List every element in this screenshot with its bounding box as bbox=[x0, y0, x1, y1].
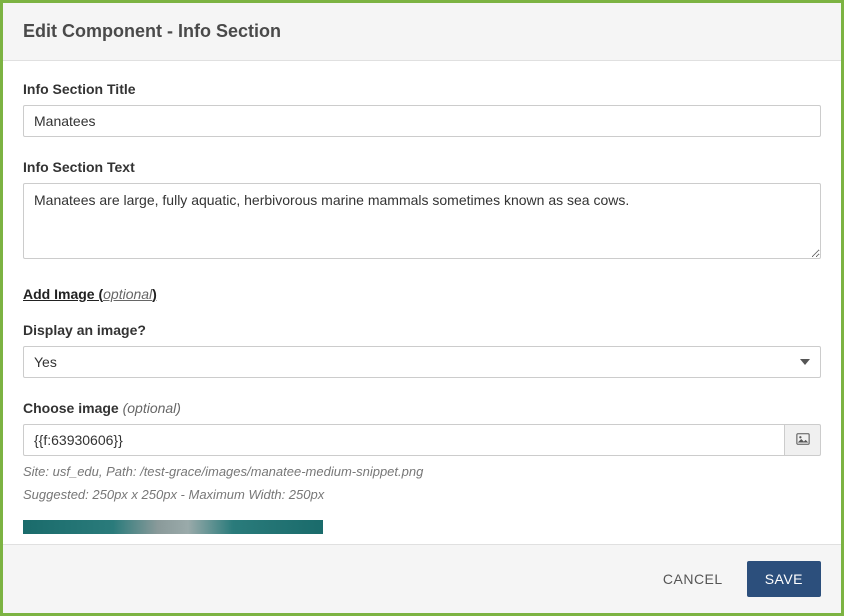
image-picker-button[interactable] bbox=[785, 424, 821, 456]
help-text-suggested: Suggested: 250px x 250px - Maximum Width… bbox=[23, 485, 821, 506]
text-label: Info Section Text bbox=[23, 159, 821, 175]
title-input[interactable] bbox=[23, 105, 821, 137]
help-text-path: Site: usf_edu, Path: /test-grace/images/… bbox=[23, 462, 821, 483]
modal-title: Edit Component - Info Section bbox=[23, 21, 821, 42]
display-image-select[interactable]: Yes bbox=[23, 346, 821, 378]
image-picker-row bbox=[23, 424, 821, 456]
modal-header: Edit Component - Info Section bbox=[3, 3, 841, 61]
save-button[interactable]: SAVE bbox=[747, 561, 821, 597]
field-group-choose-image: Choose image (optional) Site: usf_edu, P… bbox=[23, 400, 821, 534]
choose-image-label: Choose image (optional) bbox=[23, 400, 821, 416]
modal-container: Edit Component - Info Section Info Secti… bbox=[0, 0, 844, 616]
choose-image-label-text: Choose image bbox=[23, 400, 123, 416]
add-image-section: Add Image (optional) Display an image? Y… bbox=[23, 286, 821, 378]
add-image-heading-close: ) bbox=[152, 286, 157, 302]
add-image-heading-text: Add Image ( bbox=[23, 286, 103, 302]
add-image-heading: Add Image (optional) bbox=[23, 286, 821, 302]
choose-image-optional: (optional) bbox=[123, 400, 181, 416]
text-textarea[interactable]: Manatees are large, fully aquatic, herbi… bbox=[23, 183, 821, 259]
image-preview bbox=[23, 520, 323, 534]
field-group-title: Info Section Title bbox=[23, 81, 821, 137]
display-image-label: Display an image? bbox=[23, 322, 821, 338]
title-label: Info Section Title bbox=[23, 81, 821, 97]
add-image-optional: optional bbox=[103, 286, 152, 302]
modal-body: Info Section Title Info Section Text Man… bbox=[3, 61, 841, 544]
image-icon bbox=[796, 432, 810, 449]
field-group-text: Info Section Text Manatees are large, fu… bbox=[23, 159, 821, 264]
modal-footer: CANCEL SAVE bbox=[3, 544, 841, 613]
choose-image-input[interactable] bbox=[23, 424, 785, 456]
cancel-button[interactable]: CANCEL bbox=[649, 561, 737, 597]
